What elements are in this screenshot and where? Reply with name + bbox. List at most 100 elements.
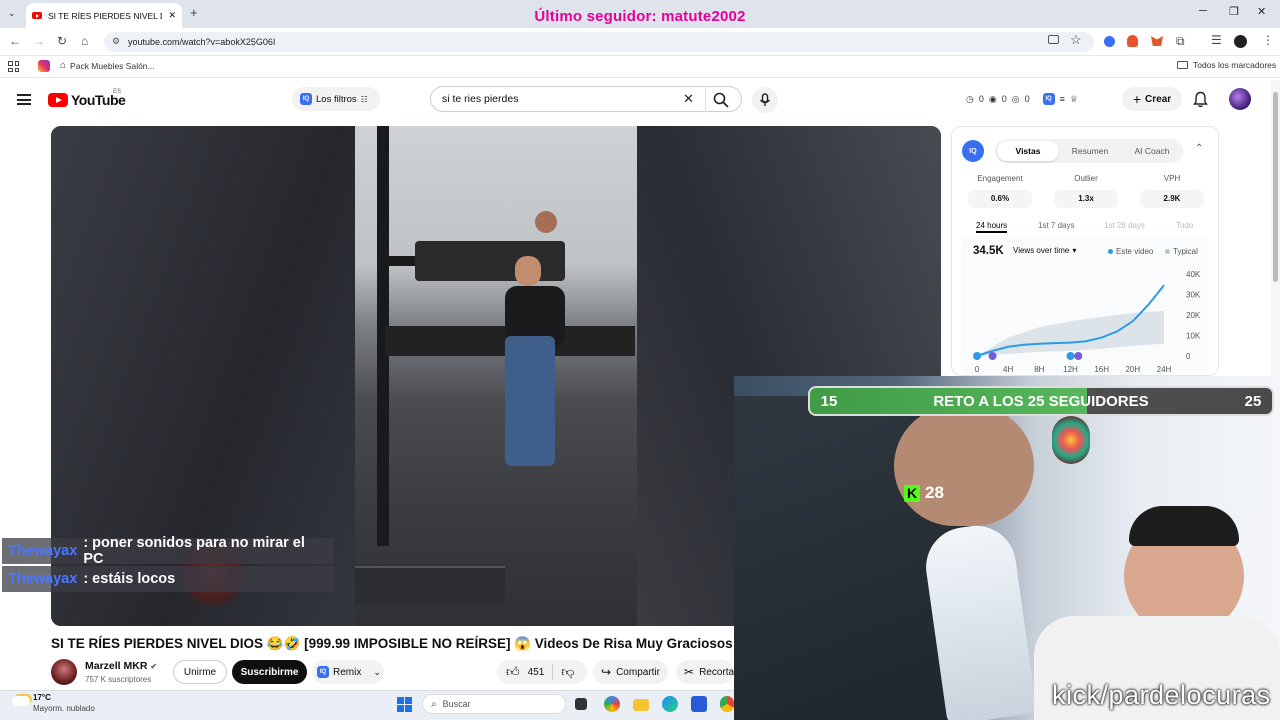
x-tick-label: 4H <box>1003 365 1013 374</box>
extension-iq-icon[interactable] <box>1104 36 1115 47</box>
stat-2: 0 <box>1001 94 1007 104</box>
scrollbar-thumb[interactable] <box>1273 92 1278 282</box>
iq-logo-icon: IQ <box>962 140 984 162</box>
range-28d[interactable]: 1st 28 days <box>1104 221 1145 230</box>
bookmark-pack-muebles[interactable]: ⌂ Pack Muebles Salón... <box>60 60 155 71</box>
video-title: SI TE RÍES PIERDES NIVEL DIOS 😂🤣 [999.99… <box>51 636 733 651</box>
install-app-icon[interactable] <box>1048 35 1059 44</box>
tab-title: SI TE RÍES PIERDES NIVEL DIOS <box>48 10 162 21</box>
filters-label: Los filtros <box>316 93 357 105</box>
channel-name-row[interactable]: Marzell MKR ✔ <box>85 660 157 672</box>
chrome-icon[interactable] <box>720 696 734 712</box>
legend-this-video-label: Este video <box>1116 247 1154 256</box>
share-button[interactable]: ↪ Compartir <box>593 660 668 684</box>
maximize-window-icon[interactable]: ❐ <box>1229 5 1239 18</box>
x-tick-label: 16H <box>1094 365 1109 374</box>
copilot-icon[interactable] <box>604 696 620 712</box>
like-count[interactable]: 451 <box>528 667 545 678</box>
thumbs-down-icon[interactable]: 👎︎ <box>561 664 574 680</box>
chat-username: Thewayax <box>8 571 78 587</box>
kick-logo-icon: K <box>904 484 920 502</box>
edge-icon[interactable] <box>662 696 678 712</box>
clip-label: Recorta <box>699 666 734 678</box>
url-field[interactable]: ⚙ youtube.com/watch?v=abokX25G06I <box>104 32 1094 52</box>
tab-vistas[interactable]: Vistas <box>997 141 1059 161</box>
sliders-icon: ☷ <box>360 94 368 104</box>
guide-menu-icon[interactable] <box>17 94 31 105</box>
search-icon: ⌕ <box>431 698 437 710</box>
extensions-puzzle-icon[interactable]: ⧉ <box>1176 34 1185 49</box>
notifications-bell-icon[interactable] <box>1193 91 1208 108</box>
y-tick-label: 30K <box>1186 291 1201 300</box>
chevron-down-icon[interactable]: ⌄ <box>373 667 381 678</box>
eye-icon: ◉ <box>988 93 997 104</box>
forward-arrow-icon[interactable]: → <box>33 34 45 48</box>
range-7d[interactable]: 1st 7 days <box>1038 221 1074 230</box>
cloud-weather-icon <box>12 696 30 706</box>
instagram-bookmark-icon[interactable] <box>38 60 50 72</box>
channel-avatar[interactable] <box>51 659 77 685</box>
store-icon[interactable] <box>691 696 707 712</box>
trophy-icon[interactable]: ♕ <box>1070 94 1078 105</box>
apps-grid-icon[interactable] <box>8 61 19 72</box>
tab-ai-coach[interactable]: AI Coach <box>1121 146 1183 156</box>
reload-icon[interactable]: ↻ <box>57 34 67 48</box>
youtube-play-icon <box>48 93 68 107</box>
weather-temp[interactable]: 17°C <box>33 693 51 702</box>
site-info-icon[interactable]: ⚙ <box>112 36 120 47</box>
task-view-icon[interactable] <box>575 698 587 710</box>
chat-message-1: Thewayax : poner sonidos para no mirar e… <box>2 535 334 567</box>
back-arrow-icon[interactable]: ← <box>9 34 21 48</box>
event-marker-2 <box>988 352 997 360</box>
metric-engagement-label: Engagement <box>977 174 1023 183</box>
clear-search-icon[interactable]: ✕ <box>683 91 694 107</box>
browser-menu-icon[interactable]: ⋮ <box>1262 33 1274 47</box>
views-dropdown[interactable]: Views over time ▾ <box>1013 246 1076 255</box>
channel-name[interactable]: Marzell MKR <box>85 660 147 672</box>
reading-list-icon[interactable]: ☰ <box>1211 33 1222 47</box>
extension-stats[interactable]: ◷ 0 ◉ 0 ◎ 0 IQ ≡ ♕ <box>966 88 1106 110</box>
metric-outlier-label: Outlier <box>1074 174 1098 183</box>
stat-1: 0 <box>978 94 984 104</box>
thumbs-up-icon[interactable]: 👍︎ <box>506 664 520 680</box>
browser-tab[interactable]: SI TE RÍES PIERDES NIVEL DIOS ✕ <box>26 3 182 28</box>
range-all[interactable]: Todo <box>1176 221 1193 230</box>
youtube-locale: ES <box>113 89 122 95</box>
subscriber-count: 757 K suscriptores <box>85 675 152 684</box>
windows-taskbar <box>0 690 734 720</box>
extension-flame-icon[interactable] <box>1127 35 1138 47</box>
voice-search-button[interactable] <box>752 87 778 113</box>
create-button[interactable]: + Crear <box>1122 87 1182 111</box>
remix-button[interactable]: IQ Remix ⌄ <box>312 660 384 684</box>
profile-avatar-icon[interactable] <box>1234 35 1247 48</box>
close-window-icon[interactable]: ✕ <box>1257 5 1266 18</box>
all-bookmarks-folder[interactable]: Todos los marcadores <box>1177 60 1276 70</box>
y-tick-label: 40K <box>1186 270 1201 279</box>
range-24h[interactable]: 24 hours <box>976 221 1008 233</box>
join-button[interactable]: Unirme <box>173 660 227 684</box>
bookmarks-bar <box>0 56 1280 78</box>
new-tab-button[interactable]: + <box>190 5 198 20</box>
clip-button[interactable]: ✂ Recorta <box>676 660 734 684</box>
minimize-window-icon[interactable]: ─ <box>1199 5 1207 17</box>
list-icon[interactable]: ≡ <box>1060 94 1065 104</box>
account-avatar[interactable] <box>1229 88 1251 110</box>
windows-start-icon[interactable] <box>397 697 412 712</box>
subscribe-button[interactable]: Suscribirme <box>232 660 307 684</box>
home-icon[interactable]: ⌂ <box>81 34 88 48</box>
tab-resumen[interactable]: Resumen <box>1059 146 1121 156</box>
file-explorer-icon[interactable] <box>633 699 649 711</box>
close-tab-icon[interactable]: ✕ <box>168 10 176 21</box>
tab-list-dropdown-icon[interactable]: ⌄ <box>8 8 16 19</box>
x-tick-label: 24H <box>1157 365 1172 374</box>
iq-badge-icon[interactable]: IQ <box>1042 93 1055 105</box>
search-icon[interactable] <box>713 92 729 108</box>
search-input[interactable]: si te ries pierdes ✕ <box>430 86 742 112</box>
x-tick-label: 12H <box>1063 365 1078 374</box>
bookmark-star-icon[interactable]: ☆ <box>1070 32 1082 48</box>
taskbar-search[interactable]: ⌕ Buscar <box>422 694 566 714</box>
chat-text: : estáis locos <box>83 571 176 587</box>
weather-desc[interactable]: Mayorm. nublado <box>33 704 95 713</box>
filters-button[interactable]: IQ Los filtros ☷ <box>292 87 380 111</box>
collapse-panel-icon[interactable]: ⌃ <box>1195 143 1203 154</box>
